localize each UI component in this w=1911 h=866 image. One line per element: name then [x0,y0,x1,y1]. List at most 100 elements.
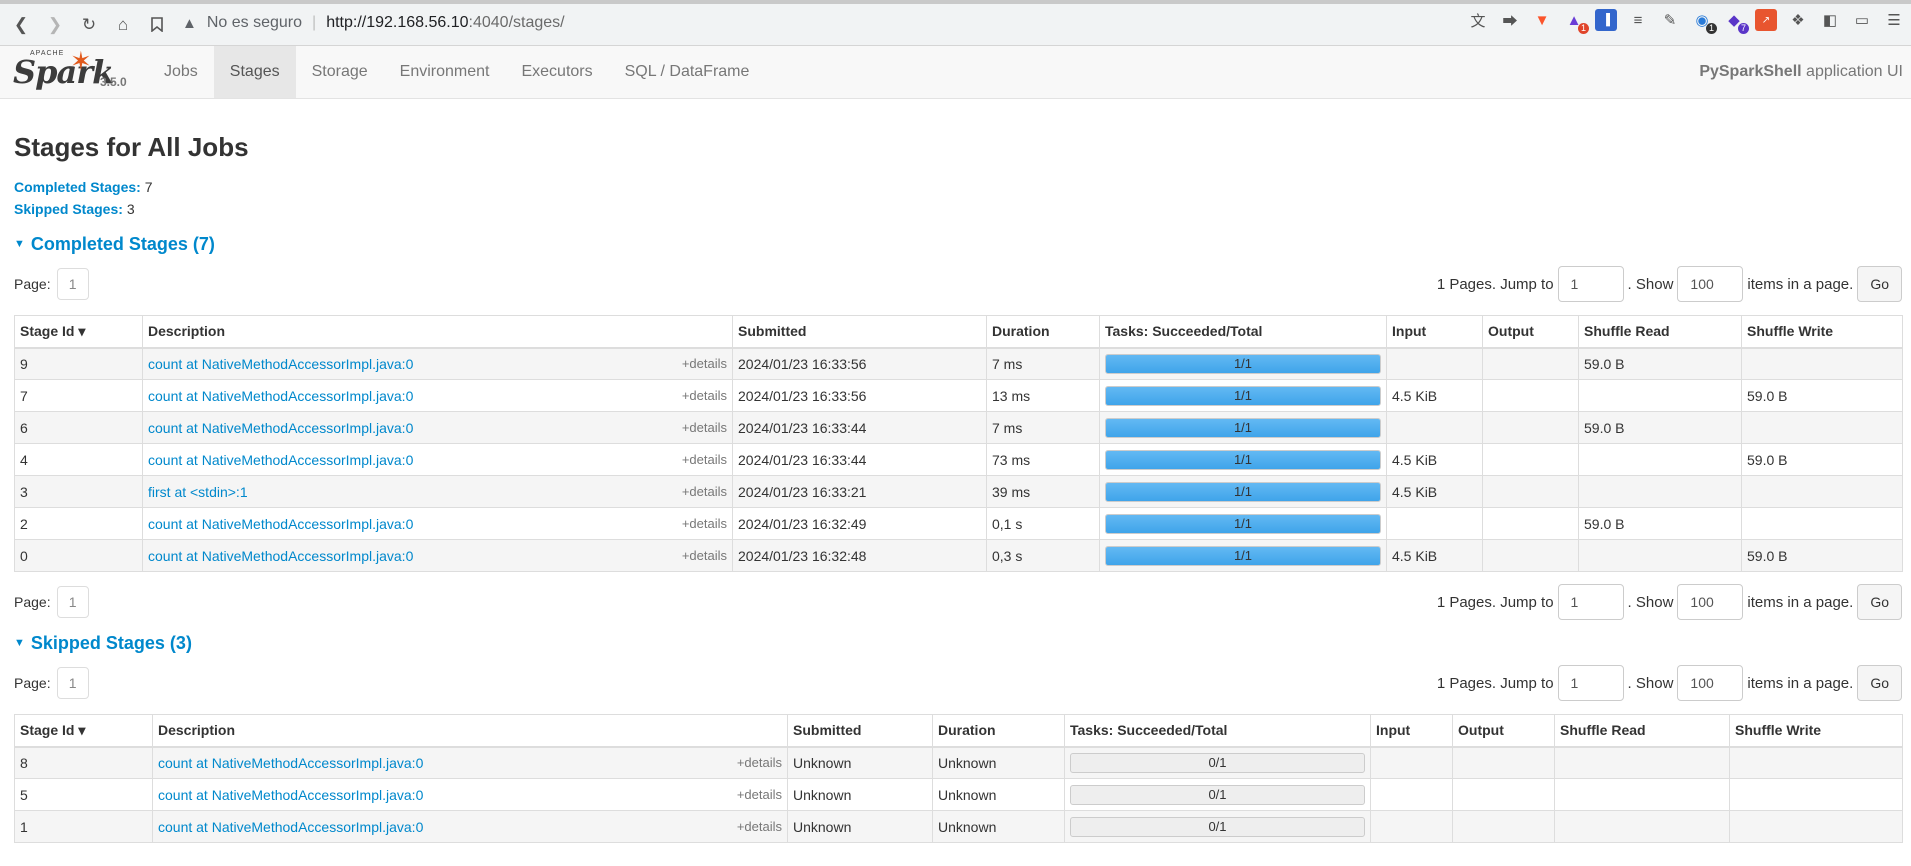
tab-environment[interactable]: Environment [384,46,506,98]
column-header[interactable]: Duration [986,315,1100,349]
column-header[interactable]: Tasks: Succeeded/Total [1099,315,1387,349]
go-button[interactable]: Go [1857,266,1902,302]
column-header[interactable]: Tasks: Succeeded/Total [1064,714,1371,748]
address-bar[interactable]: ▲ No es seguro | http://192.168.56.10:40… [182,9,1402,37]
puzzle-icon[interactable]: ❖ [1787,9,1809,31]
reload-icon[interactable]: ↻ [72,10,106,40]
column-header[interactable]: Shuffle Write [1729,714,1903,748]
column-header[interactable]: Input [1370,714,1453,748]
column-header[interactable]: Stage Id ▾ [14,315,143,349]
input-cell: 4.5 KiB [1386,443,1483,476]
stage-description-link[interactable]: count at NativeMethodAccessorImpl.java:0 [148,452,413,468]
column-header[interactable]: Duration [932,714,1065,748]
stage-description-link[interactable]: count at NativeMethodAccessorImpl.java:0 [148,388,413,404]
column-header[interactable]: Shuffle Read [1578,315,1742,349]
submitted-cell: 2024/01/23 16:33:56 [732,379,987,412]
page-number-button[interactable]: 1 [56,268,89,300]
task-progress-label: 1/1 [1233,483,1253,499]
column-header[interactable]: Shuffle Write [1741,315,1903,349]
brave-icon[interactable]: ▼ [1531,9,1553,31]
table-row: 6 count at NativeMethodAccessorImpl.java:… [14,411,1903,444]
column-header[interactable]: Stage Id ▾ [14,714,153,748]
go-button[interactable]: Go [1857,665,1902,701]
description-wrap: count at NativeMethodAccessorImpl.java:0… [148,548,727,564]
stage-description-link[interactable]: count at NativeMethodAccessorImpl.java:0 [158,819,423,835]
details-toggle[interactable]: +details [737,819,782,834]
ext-badge-icon[interactable]: ◉ 1 [1691,9,1717,34]
details-toggle[interactable]: +details [682,420,727,435]
devtools-icon[interactable]: ↗ [1755,9,1777,31]
tab-sql-dataframe[interactable]: SQL / DataFrame [609,46,766,98]
stage-description-link[interactable]: count at NativeMethodAccessorImpl.java:0 [148,420,413,436]
column-header[interactable]: Output [1482,315,1579,349]
stage-description-link[interactable]: count at NativeMethodAccessorImpl.java:0 [148,548,413,564]
details-toggle[interactable]: +details [682,484,727,499]
sidebar-icon[interactable]: ◧ [1819,9,1841,31]
page-number-button[interactable]: 1 [56,586,89,618]
details-toggle[interactable]: +details [737,787,782,802]
layers-icon[interactable]: ≡ [1627,9,1649,31]
column-header[interactable]: Submitted [787,714,933,748]
column-header[interactable]: Input [1386,315,1483,349]
forward-icon[interactable]: ❯ [38,10,72,40]
spark-logo[interactable]: APACHE Spark ✶ 3.5.0 [0,46,148,98]
shuffle-read-cell [1554,810,1730,843]
jump-to-page-input[interactable]: 1 [1557,266,1624,302]
page-number-button[interactable]: 1 [56,667,89,699]
details-toggle[interactable]: +details [682,356,727,371]
stage-description-link[interactable]: count at NativeMethodAccessorImpl.java:0 [148,516,413,532]
shuffle-write-cell: 59.0 B [1741,379,1903,412]
column-header[interactable]: Output [1452,714,1555,748]
pen-icon[interactable]: ✎ [1659,9,1681,31]
stage-id-cell: 9 [14,347,143,380]
submitted-cell: Unknown [787,810,933,843]
stage-id-cell: 2 [14,507,143,540]
brave-rewards-icon[interactable]: ▲ 1 [1563,9,1589,34]
output-cell [1482,475,1579,508]
description-cell: count at NativeMethodAccessorImpl.java:0… [142,347,733,380]
description-cell: first at <stdin>:1 +details [142,475,733,508]
jump-to-page-input[interactable]: 1 [1557,665,1624,701]
pages-text: 1 Pages. Jump to [1436,674,1554,692]
column-header[interactable]: Description [152,714,788,748]
page-size-input[interactable]: 100 [1677,665,1744,701]
warning-icon[interactable]: ▲ [182,15,197,32]
tab-storage[interactable]: Storage [296,46,384,98]
stage-description-link[interactable]: count at NativeMethodAccessorImpl.java:0 [158,755,423,771]
skipped-stages-toggle[interactable]: ▼ Skipped Stages (3) [14,631,1902,655]
jump-to-page-input[interactable]: 1 [1557,584,1624,620]
skipped-stages-link[interactable]: Skipped Stages: [14,201,123,217]
description-cell: count at NativeMethodAccessorImpl.java:0… [152,810,788,843]
stage-description-link[interactable]: count at NativeMethodAccessorImpl.java:0 [158,787,423,803]
home-icon[interactable]: ⌂ [106,10,140,40]
description-cell: count at NativeMethodAccessorImpl.java:0… [142,539,733,572]
column-header[interactable]: Description [142,315,733,349]
details-toggle[interactable]: +details [737,755,782,770]
details-toggle[interactable]: +details [682,548,727,563]
share-icon[interactable]: ⮕ [1499,9,1521,31]
details-toggle[interactable]: +details [682,516,727,531]
completed-stages-link[interactable]: Completed Stages: [14,179,141,195]
stage-description-link[interactable]: first at <stdin>:1 [148,484,248,500]
tab-jobs[interactable]: Jobs [148,46,214,98]
task-progress-bar: 1/1 [1105,353,1381,374]
details-toggle[interactable]: +details [682,452,727,467]
column-header[interactable]: Shuffle Read [1554,714,1730,748]
details-toggle[interactable]: +details [682,388,727,403]
tab-executors[interactable]: Executors [505,46,608,98]
bookmark-ext-icon[interactable]: ▐ [1595,9,1617,31]
column-header[interactable]: Submitted [732,315,987,349]
go-button[interactable]: Go [1857,584,1902,620]
back-icon[interactable]: ❮ [4,10,38,40]
bookmark-icon[interactable] [140,10,174,40]
stage-description-link[interactable]: count at NativeMethodAccessorImpl.java:0 [148,356,413,372]
translate-icon[interactable]: 文 [1467,9,1489,31]
menu-icon[interactable]: ☰ [1883,9,1905,31]
gem-icon[interactable]: ◆ 7 [1723,9,1749,34]
tasks-cell: 1/1 [1099,379,1387,412]
tab-stages[interactable]: Stages [213,46,296,98]
page-size-input[interactable]: 100 [1677,584,1744,620]
wallet-icon[interactable]: ▭ [1851,9,1873,31]
page-size-input[interactable]: 100 [1677,266,1744,302]
completed-stages-toggle[interactable]: ▼ Completed Stages (7) [14,232,1902,256]
